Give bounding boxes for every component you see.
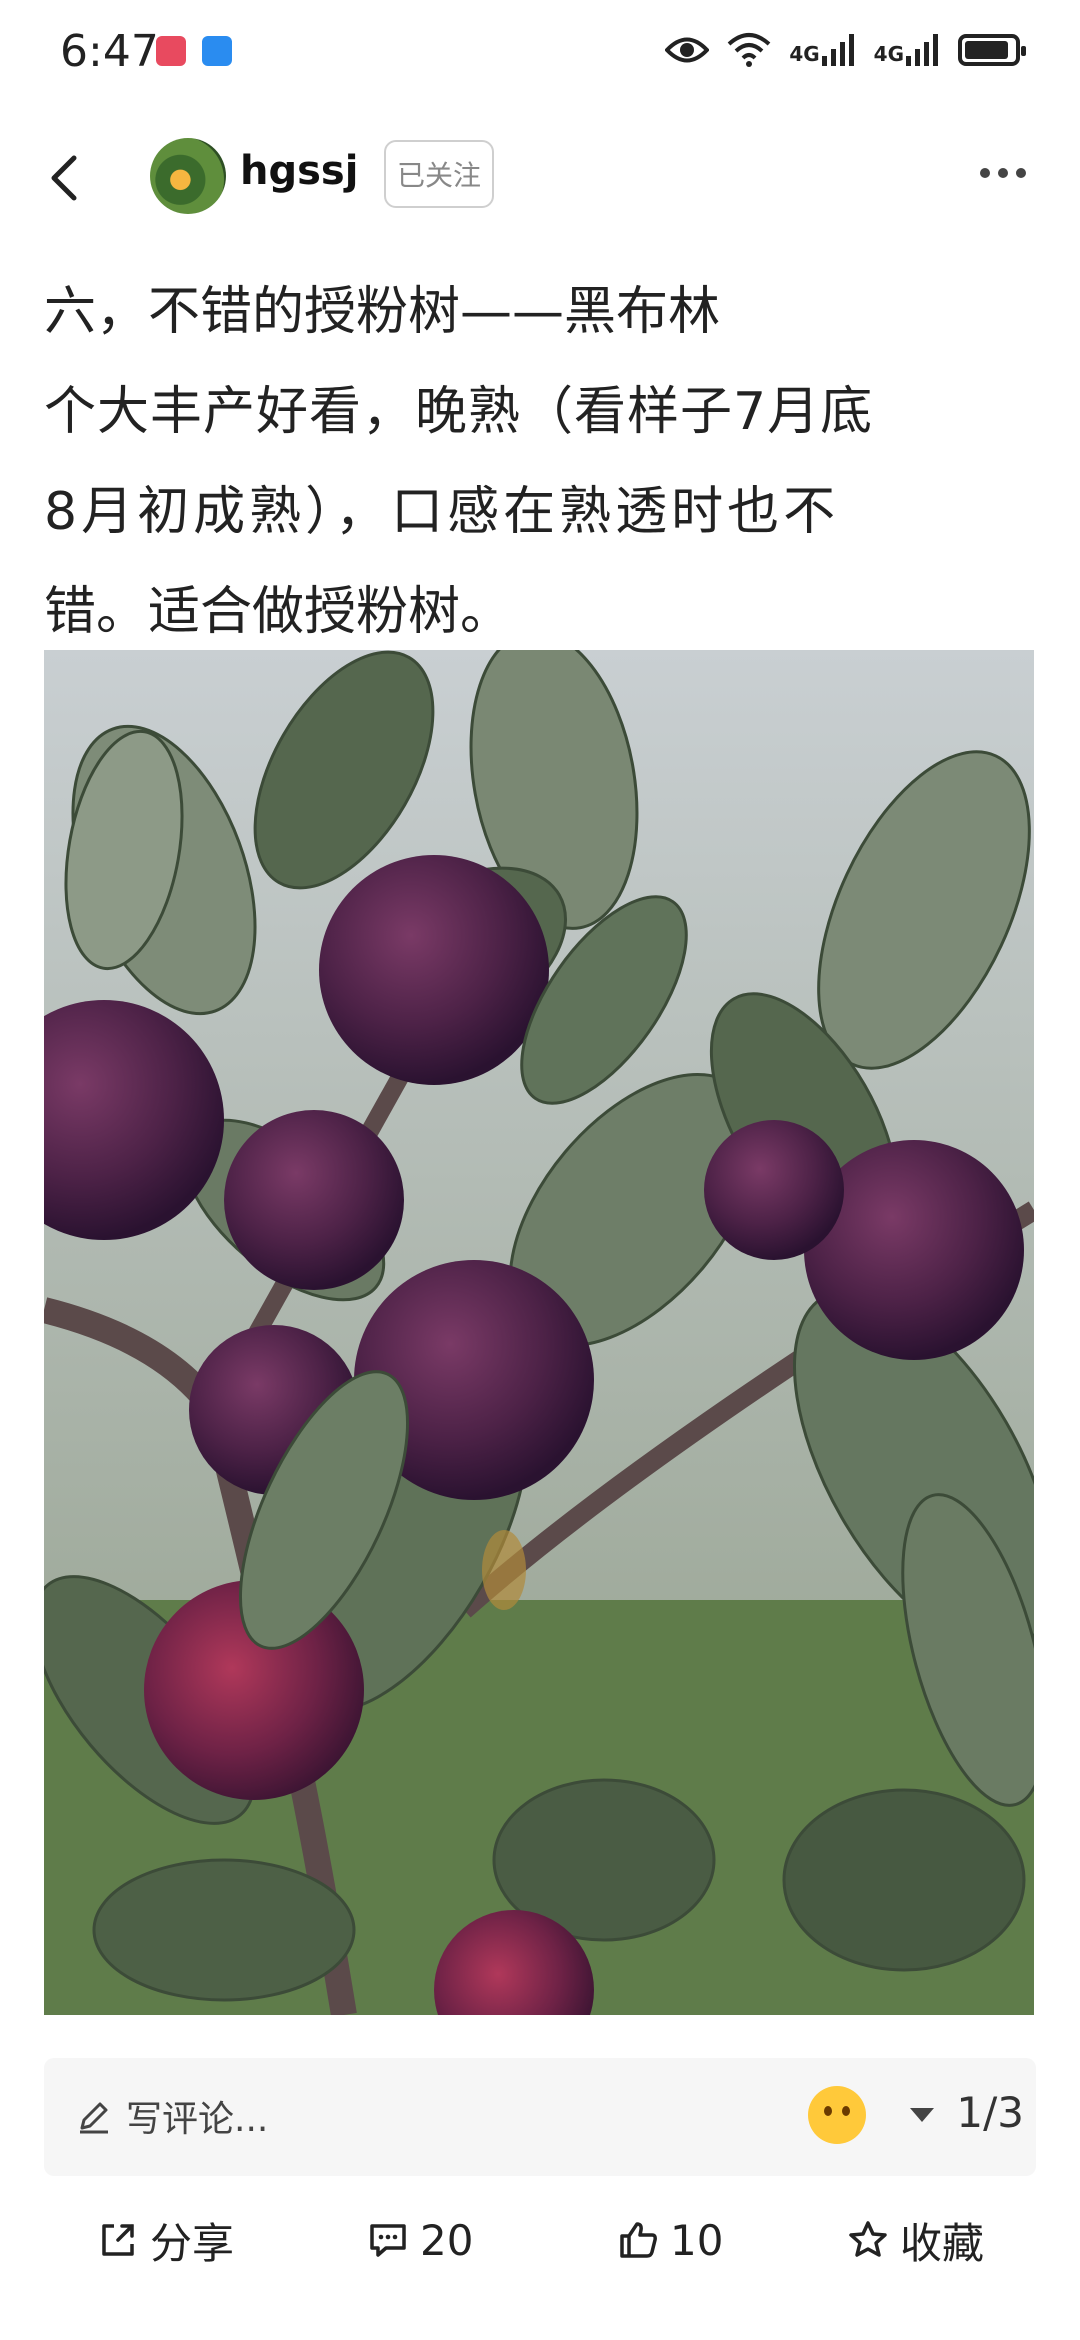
plum-fruit: [319, 855, 549, 1085]
image-pager[interactable]: 1/3: [956, 2088, 1024, 2137]
battery-level: [965, 41, 1009, 59]
status-bar: 6:47 4G 4G: [0, 0, 1080, 110]
share-label: 分享: [150, 2218, 235, 2268]
action-bar: 分享 20 10 收藏: [0, 2200, 1080, 2280]
chevron-left-icon: [51, 155, 77, 201]
comments-button[interactable]: 20: [366, 2200, 473, 2280]
post-photo[interactable]: [44, 650, 1034, 2015]
follow-button[interactable]: 已关注: [384, 140, 494, 208]
comment-bar: 写评论... 1/3: [44, 2058, 1036, 2176]
star-icon: [849, 2221, 887, 2257]
like-button[interactable]: 10: [616, 2200, 723, 2280]
signal-icon-1: 4G: [789, 34, 855, 66]
favorite-button[interactable]: 收藏: [846, 2200, 984, 2280]
post-line: 错。适合做授粉树。: [44, 582, 513, 642]
post-body: 六，不错的授粉树——黑布林 个大丰产好看，晚熟（看样子7月底 8月初成熟），口感…: [44, 262, 1044, 662]
eye-icon: [665, 30, 710, 70]
comment-input[interactable]: 写评论...: [126, 2090, 268, 2142]
post-line: 8月初成熟），口感在熟透时也不: [44, 482, 840, 542]
more-dot-icon: [1016, 168, 1026, 178]
signal-icon-2: 4G: [874, 34, 940, 66]
wifi-icon: [727, 30, 771, 70]
status-time: 6:47: [60, 26, 159, 77]
comment-icon: [370, 2224, 406, 2257]
weather-app-icon: [202, 36, 232, 66]
dropdown-triangle-icon[interactable]: [910, 2108, 934, 2122]
post-header: hgssj 已关注: [0, 130, 1080, 230]
notification-app-icon: [156, 36, 186, 66]
username[interactable]: hgssj: [240, 148, 358, 194]
share-icon: [102, 2224, 134, 2256]
network-type-1: 4G: [789, 42, 820, 66]
network-type-2: 4G: [873, 42, 904, 66]
emoji-icon[interactable]: [808, 2086, 866, 2144]
more-dot-icon: [998, 168, 1008, 178]
avatar[interactable]: [150, 138, 226, 214]
favorite-label: 收藏: [900, 2218, 985, 2268]
likes-count: 10: [670, 2215, 724, 2265]
more-options-button[interactable]: [980, 158, 1036, 188]
post-line: 个大丰产好看，晚熟（看样子7月底: [44, 382, 874, 442]
pen-icon: [80, 2102, 108, 2134]
thumbs-up-icon: [620, 2222, 657, 2258]
share-button[interactable]: 分享: [96, 2200, 234, 2280]
battery-icon: [958, 34, 1026, 66]
more-dot-icon: [980, 168, 990, 178]
comments-count: 20: [420, 2215, 474, 2265]
plum-tree-image: [44, 650, 1034, 2015]
post-line: 六，不错的授粉树——黑布林: [44, 282, 721, 342]
back-button[interactable]: [38, 148, 98, 208]
